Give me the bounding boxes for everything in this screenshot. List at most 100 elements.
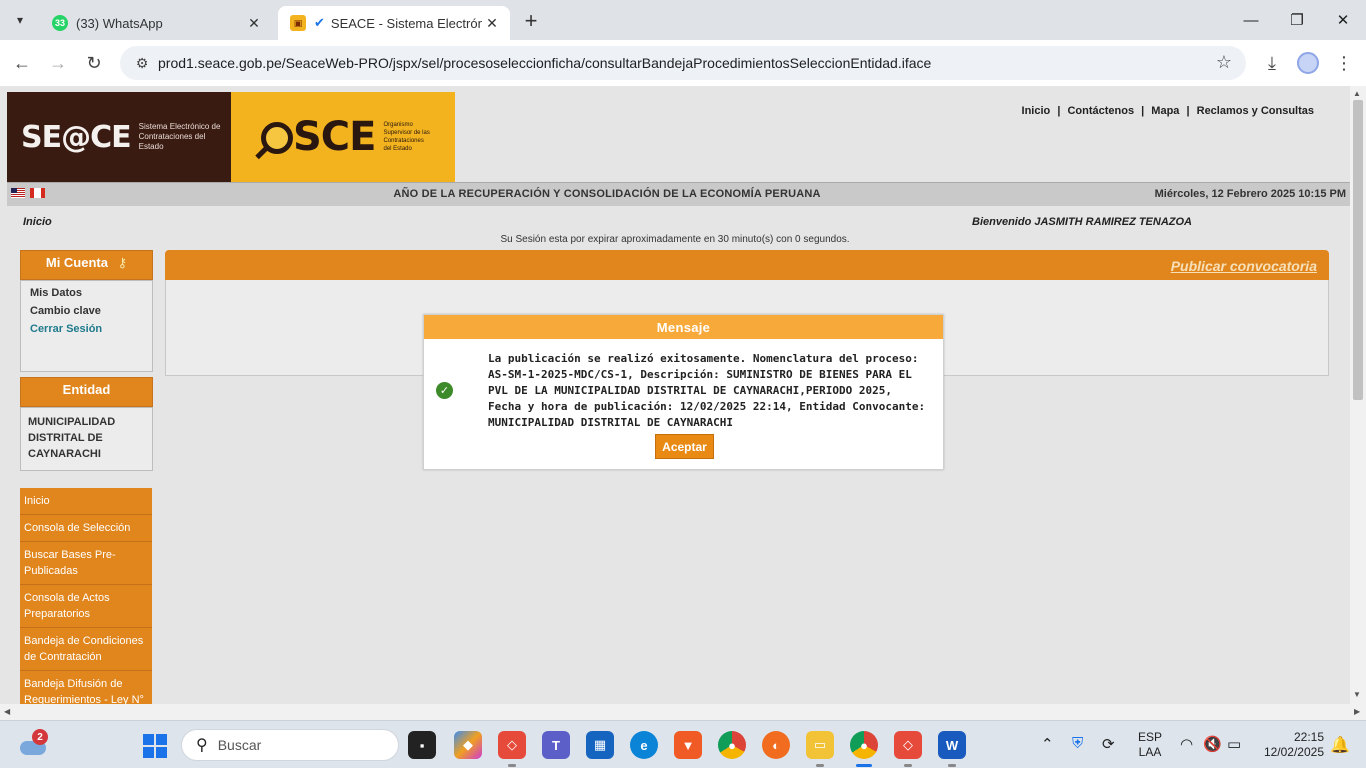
new-tab-button[interactable]: + bbox=[518, 8, 544, 34]
anydesk-icon[interactable]: ◇ bbox=[498, 731, 526, 767]
address-bar[interactable]: ⚙ prod1.seace.gob.pe/SeaceWeb-PRO/jspx/s… bbox=[120, 46, 1246, 80]
side-menu-item[interactable]: Bandeja Difusión de Requerimientos - Ley… bbox=[20, 671, 152, 704]
dialog-message: La publicación se realizó exitosamente. … bbox=[488, 352, 926, 429]
security-icon[interactable]: ⛨ bbox=[1072, 735, 1083, 752]
chevron-up-icon[interactable]: ⌃ bbox=[1041, 735, 1054, 753]
account-panel-title: Mi Cuenta bbox=[45, 255, 108, 270]
tab-whatsapp[interactable]: 33 (33) WhatsApp ✕ bbox=[40, 6, 272, 40]
tab-title: (33) WhatsApp bbox=[76, 15, 163, 31]
url-text[interactable]: prod1.seace.gob.pe/SeaceWeb-PRO/jspx/sel… bbox=[158, 55, 931, 71]
taskbar: 2 ⚲ Buscar ▪ ◆ ◇ T ▦ e ▼ ● ◐ ▭ ● ◇ W ⌃ ⛨… bbox=[0, 720, 1366, 768]
edge-icon[interactable]: e bbox=[630, 731, 658, 759]
nav-separator: | bbox=[1141, 105, 1145, 117]
side-menu-item[interactable]: Bandeja de Condiciones de Contratación bbox=[20, 628, 152, 671]
teams-icon[interactable]: T bbox=[542, 731, 570, 759]
system-clock[interactable]: 22:15 12/02/2025 bbox=[1258, 730, 1324, 760]
copilot-icon[interactable]: ◆ bbox=[454, 731, 482, 759]
success-check-icon: ✓ bbox=[436, 382, 453, 399]
task-view-icon[interactable]: ▪ bbox=[408, 731, 436, 759]
seace-logo[interactable]: SE@CE Sistema Electrónico de Contratacio… bbox=[7, 92, 231, 182]
main-panel-header: Publicar convocatoria bbox=[165, 250, 1329, 280]
profile-avatar[interactable] bbox=[1294, 49, 1322, 77]
side-menu-item[interactable]: Consola de Selección bbox=[20, 515, 152, 542]
entidad-panel-header: Entidad bbox=[20, 377, 153, 407]
close-tab-icon[interactable]: ✕ bbox=[482, 15, 502, 32]
message-dialog: Mensaje ✓ La publicación se realizó exit… bbox=[423, 314, 944, 470]
scroll-up-icon[interactable]: ▲ bbox=[1353, 89, 1361, 98]
chrome-icon[interactable]: ● bbox=[718, 731, 746, 759]
language-code: ESP bbox=[1138, 730, 1163, 744]
chevron-down-icon: ▾ bbox=[16, 13, 24, 27]
firefox-icon[interactable]: ◐ bbox=[762, 731, 790, 759]
publicar-convocatoria-link[interactable]: Publicar convocatoria bbox=[1171, 258, 1317, 274]
weather-widget[interactable]: 2 bbox=[18, 729, 48, 757]
clock-date: 12/02/2025 bbox=[1263, 745, 1324, 759]
scroll-thumb[interactable] bbox=[1353, 100, 1363, 400]
check-icon: ✔ bbox=[314, 15, 325, 30]
close-window-button[interactable]: ✕ bbox=[1320, 0, 1366, 40]
scroll-down-icon[interactable]: ▼ bbox=[1353, 690, 1361, 699]
entidad-panel: MUNICIPALIDAD DISTRITAL DE CAYNARACHI bbox=[20, 407, 153, 471]
file-explorer-icon[interactable]: ▭ bbox=[806, 731, 834, 767]
volume-muted-icon[interactable]: 🔇 bbox=[1203, 735, 1222, 753]
seace-logo-subtitle: Sistema Electrónico de Contrataciones de… bbox=[138, 122, 221, 151]
vertical-scrollbar[interactable]: ▲ ▼ bbox=[1350, 86, 1366, 704]
account-panel: Mis Datos Cambio clave Cerrar Sesión bbox=[20, 280, 153, 372]
magnifier-handle bbox=[255, 145, 269, 160]
sync-icon[interactable]: ⟳ bbox=[1102, 735, 1115, 753]
start-button[interactable] bbox=[143, 734, 167, 758]
chrome-profile-icon[interactable]: ● bbox=[850, 731, 878, 767]
notifications-bell-icon[interactable]: 🔔 bbox=[1330, 735, 1350, 755]
scroll-left-icon[interactable]: ◀ bbox=[4, 707, 10, 716]
welcome-text: Bienvenido JASMITH RAMIREZ TENAZOA bbox=[972, 216, 1193, 228]
side-menu-item[interactable]: Inicio bbox=[20, 488, 152, 515]
tab-title: SEACE - Sistema Electrónico bbox=[330, 15, 482, 31]
osce-logo[interactable]: SCE Organismo Supervisor de las Contrata… bbox=[231, 92, 455, 182]
store-icon[interactable]: ▦ bbox=[586, 731, 614, 759]
close-tab-icon[interactable]: ✕ bbox=[244, 15, 264, 32]
site-info-icon[interactable]: ⚙ bbox=[128, 55, 156, 72]
language-indicator[interactable]: ESP LAA bbox=[1138, 730, 1162, 760]
accept-button[interactable]: Aceptar bbox=[655, 434, 714, 459]
keyboard-layout: LAA bbox=[1138, 745, 1162, 759]
forward-button[interactable]: → bbox=[44, 49, 72, 77]
horizontal-scrollbar[interactable]: ◀ ▶ bbox=[0, 704, 1366, 720]
minimize-button[interactable]: — bbox=[1228, 0, 1274, 40]
nav-inicio[interactable]: Inicio bbox=[1022, 105, 1051, 117]
search-placeholder: Buscar bbox=[217, 737, 262, 753]
whatsapp-icon: 33 bbox=[52, 15, 68, 31]
nav-mapa[interactable]: Mapa bbox=[1151, 105, 1179, 117]
search-icon: ⚲ bbox=[196, 737, 208, 754]
side-menu-item[interactable]: Buscar Bases Pre-Publicadas bbox=[20, 542, 152, 585]
anydesk-icon[interactable]: ◇ bbox=[894, 731, 922, 767]
notification-badge: 2 bbox=[32, 729, 48, 745]
battery-icon[interactable]: ▭ bbox=[1227, 735, 1241, 753]
browser-toolbar: ← → ↻ ⚙ prod1.seace.gob.pe/SeaceWeb-PRO/… bbox=[0, 40, 1366, 86]
tab-strip: ▾ 33 (33) WhatsApp ✕ ▣ ✔ SEACE - Sistema… bbox=[0, 0, 1366, 40]
nav-contactenos[interactable]: Contáctenos bbox=[1067, 105, 1134, 117]
mis-datos-link[interactable]: Mis Datos bbox=[30, 287, 152, 299]
wifi-icon[interactable]: ◠ bbox=[1180, 735, 1193, 753]
restore-button[interactable]: ❐ bbox=[1274, 0, 1320, 40]
side-menu-item[interactable]: Consola de Actos Preparatorios bbox=[20, 585, 152, 628]
cerrar-sesion-link[interactable]: Cerrar Sesión bbox=[30, 323, 152, 335]
nav-separator: | bbox=[1057, 105, 1061, 117]
tab-seace[interactable]: ▣ ✔ SEACE - Sistema Electrónico ✕ bbox=[278, 6, 510, 40]
tab-search-button[interactable]: ▾ bbox=[6, 6, 34, 34]
brave-icon[interactable]: ▼ bbox=[674, 731, 702, 759]
scroll-right-icon[interactable]: ▶ bbox=[1354, 707, 1360, 716]
year-title: AÑO DE LA RECUPERACIÓN Y CONSOLIDACIÓN D… bbox=[393, 188, 821, 200]
back-button[interactable]: ← bbox=[8, 49, 36, 77]
taskbar-search[interactable]: ⚲ Buscar bbox=[181, 729, 399, 761]
download-icon[interactable]: ⤓ bbox=[1258, 49, 1286, 77]
entidad-panel-title: Entidad bbox=[62, 382, 111, 397]
osce-favicon-icon: ▣ bbox=[290, 15, 306, 31]
cambio-clave-link[interactable]: Cambio clave bbox=[30, 305, 152, 317]
menu-icon[interactable]: ⋮ bbox=[1330, 49, 1358, 77]
word-icon[interactable]: W bbox=[938, 731, 966, 767]
bookmark-star-icon[interactable]: ☆ bbox=[1216, 52, 1232, 73]
clock-time: 22:15 bbox=[1293, 730, 1324, 744]
reload-button[interactable]: ↻ bbox=[80, 49, 108, 77]
nav-reclamos[interactable]: Reclamos y Consultas bbox=[1197, 105, 1314, 117]
seace-logo-text: SE@CE bbox=[21, 119, 132, 155]
